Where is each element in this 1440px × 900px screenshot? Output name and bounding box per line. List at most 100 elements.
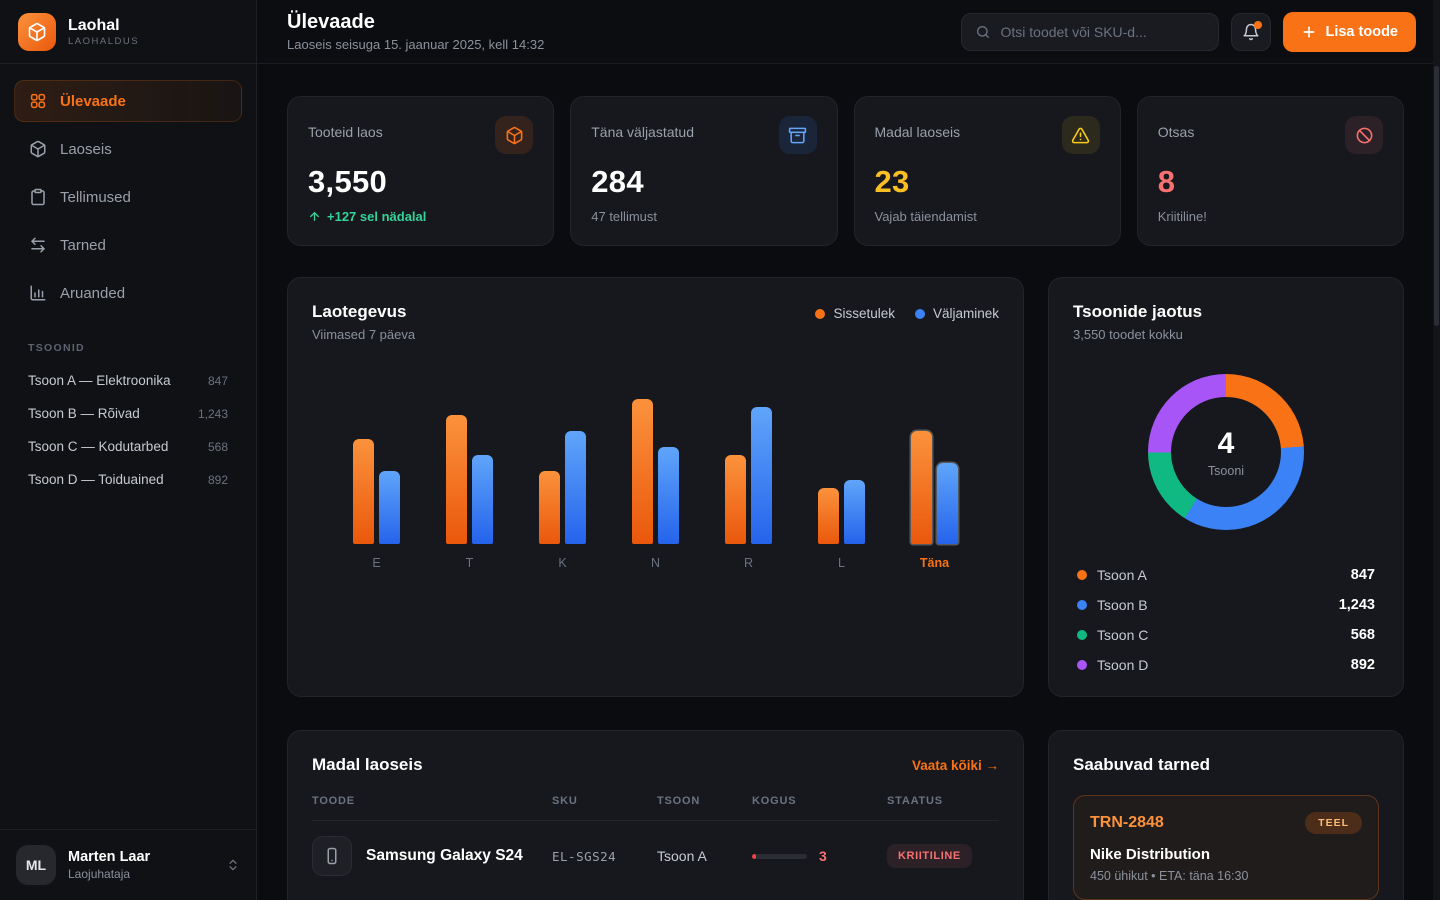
search-icon: [975, 24, 991, 40]
stat-card-tooteid-laos: Tooteid laos 3,550 +127 sel nädalal: [287, 96, 554, 246]
nav-item-tellimused[interactable]: Tellimused: [14, 176, 242, 218]
donut-title: Tsoonide jaotus: [1073, 302, 1379, 322]
nav-item-ulevaade[interactable]: Ülevaade: [14, 80, 242, 122]
topbar: Ülevaade Laoseis seisuga 15. jaanuar 202…: [257, 0, 1440, 64]
zone-count: 847: [208, 374, 228, 388]
bar-group-r: R: [725, 394, 772, 570]
incoming-shipments-card: Saabuvad tarned TRN-2848 TEEL Nike Distr…: [1048, 730, 1404, 900]
bar-group-e: E: [353, 394, 400, 570]
sidebar-item-zone-a[interactable]: Tsoon A — Elektroonika 847: [14, 364, 242, 397]
stats-row: Tooteid laos 3,550 +127 sel nädalal Täna…: [287, 96, 1404, 246]
sidebar-item-zone-c[interactable]: Tsoon C — Kodutarbed 568: [14, 430, 242, 463]
bar-group-k: K: [539, 394, 586, 570]
legend-dot: [915, 309, 925, 319]
legend-item-sissetulek: Sissetulek: [815, 306, 895, 321]
stat-label: Täna väljastatud: [591, 124, 694, 140]
bar-sissetulek: [725, 455, 746, 544]
zone-label: Tsoon D — Toiduained: [28, 472, 164, 487]
view-all-link[interactable]: Vaata kõiki →: [912, 758, 999, 773]
legend-dot: [815, 309, 825, 319]
donut-legend: Tsoon A 847 Tsoon B 1,243 Tsoon C 568: [1073, 560, 1379, 680]
package-icon: [495, 116, 533, 154]
sidebar-item-zone-d[interactable]: Tsoon D — Toiduained 892: [14, 463, 242, 496]
bar-category-label: Täna: [920, 556, 949, 570]
zones-title: TSOONID: [14, 342, 242, 354]
smartphone-icon: [312, 836, 352, 876]
zone-label: Tsoon C — Kodutarbed: [28, 439, 168, 454]
stat-card-madal-laoseis: Madal laoseis 23 Vajab täiendamist: [854, 96, 1121, 246]
zone-label: Tsoon A — Elektroonika: [28, 373, 171, 388]
avatar: ML: [16, 845, 56, 885]
bar-sissetulek: [632, 399, 653, 544]
brand: Laohal LAOHALDUS: [0, 0, 256, 64]
stat-value: 284: [591, 164, 816, 200]
legend-item-valjaminek: Väljaminek: [915, 306, 999, 321]
table-row[interactable]: Samsung Galaxy S24 EL-SGS24 Tsoon A 3 KR…: [312, 821, 999, 891]
col-sku: SKU: [552, 795, 657, 807]
chart-subtitle: Viimased 7 päeva: [312, 327, 415, 342]
nav-label: Aruanded: [60, 285, 125, 302]
bar-category-label: L: [838, 556, 845, 570]
content: Tooteid laos 3,550 +127 sel nädalal Täna…: [257, 64, 1440, 900]
legend-dot: [1077, 600, 1087, 610]
col-toode: TOODE: [312, 795, 552, 807]
quantity-value: 3: [819, 848, 827, 864]
bar-chart: ETKNRLTäna: [312, 380, 999, 570]
bar-chart-icon: [29, 284, 47, 302]
zones-section: TSOONID Tsoon A — Elektroonika 847 Tsoon…: [0, 342, 256, 496]
low-stock-card: Madal laoseis Vaata kõiki → TOODE SKU TS…: [287, 730, 1024, 900]
nav-item-laoseis[interactable]: Laoseis: [14, 128, 242, 170]
shipment-details: 450 ühikut • ETA: täna 16:30: [1090, 869, 1362, 883]
stat-label: Tooteid laos: [308, 124, 383, 140]
bar-sissetulek: [911, 431, 932, 544]
bar-sissetulek: [353, 439, 374, 544]
zone-count: 892: [208, 473, 228, 487]
donut-center-value: 4: [1218, 427, 1235, 461]
user-menu[interactable]: ML Marten Laar Laojuhataja: [0, 829, 256, 900]
chart-title: Laotegevus: [312, 302, 415, 322]
zone-count: 568: [208, 440, 228, 454]
notifications-button[interactable]: [1231, 13, 1271, 51]
stat-value: 23: [875, 164, 1100, 200]
bar-group-n: N: [632, 394, 679, 570]
col-staatus: STAATUS: [887, 795, 999, 807]
stat-label: Madal laoseis: [875, 124, 961, 140]
zone-count: 1,243: [198, 407, 228, 421]
product-zone: Tsoon A: [657, 848, 752, 864]
nav-label: Ülevaade: [60, 93, 126, 110]
transfer-icon: [29, 236, 47, 254]
nav-label: Tellimused: [60, 189, 131, 206]
legend-row-tsoon-d: Tsoon D 892: [1073, 650, 1379, 680]
search-box[interactable]: [961, 13, 1219, 51]
search-input[interactable]: [1000, 24, 1205, 40]
page-subtitle: Laoseis seisuga 15. jaanuar 2025, kell 1…: [287, 37, 544, 52]
page-title: Ülevaade: [287, 11, 544, 34]
col-kogus: KOGUS: [752, 795, 887, 807]
sidebar-item-zone-b[interactable]: Tsoon B — Rõivad 1,243: [14, 397, 242, 430]
donut-chart: 4 Tsooni: [1148, 374, 1304, 530]
col-tsoon: TSOON: [657, 795, 752, 807]
shipment-item[interactable]: TRN-2848 TEEL Nike Distribution 450 ühik…: [1073, 795, 1379, 900]
legend-row-tsoon-b: Tsoon B 1,243: [1073, 590, 1379, 620]
scrollbar-thumb[interactable]: [1434, 66, 1439, 326]
user-name: Marten Laar: [68, 849, 214, 865]
bar-group-l: L: [818, 394, 865, 570]
table-header: TOODE SKU TSOON KOGUS STAATUS: [312, 795, 999, 821]
notification-dot: [1254, 21, 1262, 29]
bar-category-label: K: [558, 556, 566, 570]
shipment-name: Nike Distribution: [1090, 846, 1362, 863]
chart-legend: Sissetulek Väljaminek: [815, 306, 999, 321]
shipment-status-badge: TEEL: [1305, 812, 1362, 834]
nav-item-aruanded[interactable]: Aruanded: [14, 272, 242, 314]
scrollbar[interactable]: [1433, 0, 1440, 900]
product-name: Samsung Galaxy S24: [366, 847, 523, 865]
bar-category-label: E: [372, 556, 380, 570]
stat-label: Otsas: [1158, 124, 1195, 140]
donut-center: 4 Tsooni: [1171, 397, 1281, 507]
add-product-button[interactable]: Lisa toode: [1283, 12, 1416, 52]
legend-row-tsoon-a: Tsoon A 847: [1073, 560, 1379, 590]
bar-väljaminek: [658, 447, 679, 544]
grid-icon: [29, 92, 47, 110]
nav-item-tarned[interactable]: Tarned: [14, 224, 242, 266]
stat-card-tana-valjastatud: Täna väljastatud 284 47 tellimust: [570, 96, 837, 246]
